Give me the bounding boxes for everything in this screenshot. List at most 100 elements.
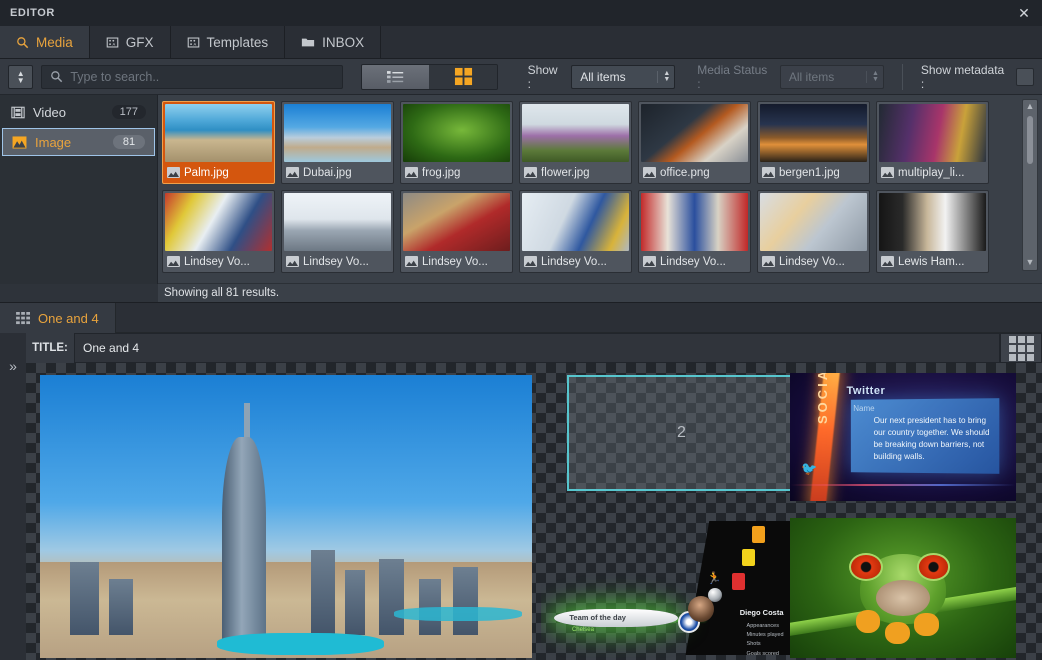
thumbnail-item[interactable]: Lindsey Vo... <box>638 190 751 273</box>
media-status-select: All items ▲ ▼ <box>779 64 884 89</box>
category-image-count: 81 <box>113 135 145 149</box>
media-status-value: All items <box>788 69 835 84</box>
title-input-value: One and 4 <box>83 341 140 355</box>
media-status-label: Media Status : <box>697 62 768 91</box>
search-input[interactable]: Type to search.. <box>41 64 344 89</box>
close-icon[interactable]: ✕ <box>1014 3 1034 23</box>
show-metadata-checkbox[interactable] <box>1016 67 1034 86</box>
scrollbar-thumb[interactable] <box>1027 116 1033 164</box>
list-view-icon[interactable] <box>362 64 430 89</box>
thumbnail-label: Lindsey Vo... <box>541 255 607 268</box>
media-panel: Media A GFX A Templates INBOX ▲ ▼ Type t… <box>0 26 1042 303</box>
caret-up-icon[interactable]: ▲ <box>1026 100 1035 114</box>
grid-layout-button[interactable] <box>1000 333 1042 363</box>
layout-tabstrip: One and 4 <box>0 303 1042 333</box>
sort-order-button[interactable]: ▲ ▼ <box>8 64 34 89</box>
double-chevron-right-icon: » <box>9 358 17 374</box>
folder-icon <box>301 38 315 47</box>
image-icon <box>643 167 656 178</box>
tab-templates-label: Templates <box>206 34 269 50</box>
thumbnail-caption: Lindsey Vo... <box>165 253 272 270</box>
thumbnail-label: flower.jpg <box>541 166 590 179</box>
frog-image <box>790 518 1016 658</box>
tab-inbox[interactable]: INBOX <box>285 26 382 58</box>
thumbnail-item[interactable]: Lewis Ham... <box>876 190 989 273</box>
cell-2-empty[interactable]: 2 <box>567 375 796 491</box>
cell-2-number: 2 <box>677 424 686 441</box>
thumbnail-item[interactable]: Lindsey Vo... <box>281 190 394 273</box>
chevron-updown-icon: ▲ ▼ <box>657 70 670 83</box>
sport-stats: Appearances Minutes played Shots Goals s… <box>746 622 784 657</box>
thumbnail-item[interactable]: multiplay_li... <box>876 101 989 184</box>
thumbnail-item[interactable]: Palm.jpg <box>162 101 275 184</box>
cell-4-sport[interactable]: Team of the day Chelsea 🏃 Diego Costa Ap… <box>541 518 799 658</box>
thumbnail-label: Lindsey Vo... <box>184 255 250 268</box>
show-select[interactable]: All items ▲ ▼ <box>571 64 676 89</box>
thumbnail-caption: bergen1.jpg <box>760 164 867 181</box>
category-list: Video 177 Image 81 <box>0 95 158 284</box>
view-toggle <box>361 63 498 90</box>
category-video-label: Video <box>33 104 67 120</box>
search-placeholder: Type to search.. <box>70 69 160 84</box>
thumbnail-image <box>522 193 629 251</box>
title-bar: EDITOR ✕ <box>0 0 1042 26</box>
title-input[interactable]: One and 4 <box>74 333 1000 363</box>
thumbnail-caption: office.png <box>641 164 748 181</box>
category-image[interactable]: Image 81 <box>2 128 155 156</box>
search-icon <box>51 71 63 83</box>
thumbnail-caption: Lindsey Vo... <box>641 253 748 270</box>
cell-5-frog[interactable] <box>790 518 1016 658</box>
editor-window: EDITOR ✕ Media A GFX A Templates INBOX ▲… <box>0 0 1042 660</box>
cell-3-twitter[interactable]: SOCIAL 🐦 Twitter Name Our next president… <box>790 373 1016 501</box>
thumbnail-item[interactable]: frog.jpg <box>400 101 513 184</box>
tab-gfx[interactable]: A GFX <box>89 26 171 58</box>
thumbnail-grid: Palm.jpg Dubai.jpg frog.jpg flower.jpg offic… <box>158 95 1042 284</box>
thumbnail-item[interactable]: Lindsey Vo... <box>400 190 513 273</box>
show-label: Show : <box>527 62 558 91</box>
thumbnail-label: Lewis Ham... <box>898 255 965 268</box>
window-title: EDITOR <box>10 7 55 19</box>
title-label: TITLE: <box>26 333 74 363</box>
image-icon <box>286 167 299 178</box>
thumbnail-caption: Dubai.jpg <box>284 164 391 181</box>
sport-player-name: Diego Costa <box>739 607 784 617</box>
image-icon <box>405 167 418 178</box>
collapse-panel-button[interactable]: » <box>0 333 26 660</box>
thumbnail-caption: Lindsey Vo... <box>522 253 629 270</box>
thumbnail-caption: Lewis Ham... <box>879 253 986 270</box>
thumbnail-item[interactable]: Lindsey Vo... <box>757 190 870 273</box>
thumbnail-label: Dubai.jpg <box>303 166 352 179</box>
social-word: SOCIAL <box>814 373 830 425</box>
image-icon <box>762 167 775 178</box>
thumbnail-item[interactable]: bergen1.jpg <box>757 101 870 184</box>
grid-view-icon[interactable] <box>429 64 497 89</box>
caret-down-icon[interactable]: ▼ <box>1026 256 1035 270</box>
status-text: Showing all 81 results. <box>164 287 280 299</box>
thumbnail-item[interactable]: flower.jpg <box>519 101 632 184</box>
up-down-arrows-icon: ▲ ▼ <box>16 68 25 85</box>
show-metadata-label: Show metadata : <box>920 62 1005 91</box>
tab-one-and-4[interactable]: One and 4 <box>0 303 116 333</box>
grid-layout-icon <box>1008 335 1034 361</box>
tab-media[interactable]: Media <box>0 26 90 58</box>
tab-templates[interactable]: A Templates <box>170 26 286 58</box>
thumbnail-image <box>165 104 272 162</box>
thumbnail-image <box>284 104 391 162</box>
glow-line <box>790 483 1016 486</box>
thumbnail-item[interactable]: Lindsey Vo... <box>519 190 632 273</box>
thumbnail-image <box>522 104 629 162</box>
thumbnail-label: Lindsey Vo... <box>303 255 369 268</box>
category-video[interactable]: Video 177 <box>2 98 155 126</box>
thumbnail-item[interactable]: office.png <box>638 101 751 184</box>
status-bar: Showing all 81 results. <box>158 283 1042 302</box>
thumbnail-caption: Palm.jpg <box>165 164 272 181</box>
cell-1-dubai[interactable] <box>40 375 532 658</box>
thumbnail-label: Lindsey Vo... <box>422 255 488 268</box>
thumbnail-scrollbar[interactable]: ▲ ▼ <box>1022 99 1038 271</box>
media-tabstrip: Media A GFX A Templates INBOX <box>0 26 1042 59</box>
thumbnail-item[interactable]: Lindsey Vo... <box>162 190 275 273</box>
thumbnail-item[interactable]: Dubai.jpg <box>281 101 394 184</box>
grid-icon <box>16 311 30 324</box>
image-icon <box>167 167 180 178</box>
thumbnail-label: office.png <box>660 166 710 179</box>
